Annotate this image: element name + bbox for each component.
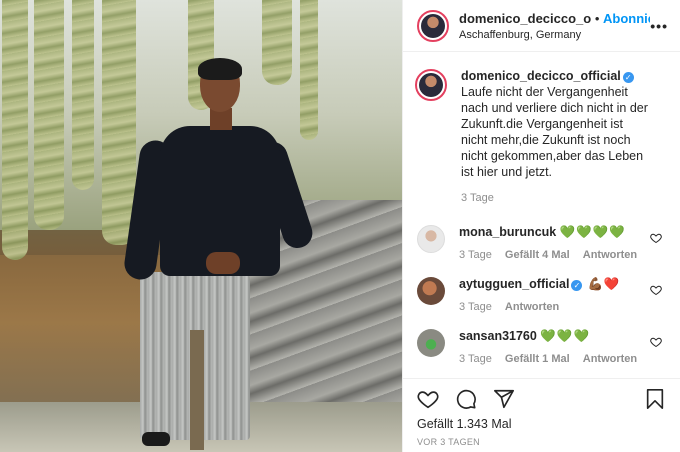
more-horizontal-icon[interactable]: ••• [650,18,668,34]
follow-button[interactable]: Abonnieren [603,11,650,26]
heart-icon[interactable] [650,284,662,299]
caption-author[interactable]: domenico_decicco_official [461,69,621,83]
comment-likes[interactable]: Gefällt 1 Mal [505,353,570,365]
avatar[interactable] [415,69,447,101]
avatar[interactable] [417,225,445,253]
comment-text: 💪🏾❤️ [587,277,620,291]
avatar[interactable] [417,329,445,357]
caption-text: Laufe nicht der Vergangenheit nach und v… [461,85,648,179]
comment-age[interactable]: 3 Tage [459,301,492,313]
comment-likes[interactable]: Gefällt 4 Mal [505,249,570,261]
comment-author[interactable]: mona_buruncuk [459,225,556,239]
comment-age[interactable]: 3 Tage [459,353,492,365]
photo-person [120,58,317,452]
caption-age[interactable]: 3 Tage [461,192,494,204]
post-date[interactable]: VOR 3 TAGEN [417,437,666,447]
list-item: sansan31760 💚💚💚 3 Tage Gefällt 1 Mal Ant… [417,328,668,365]
heart-icon[interactable] [417,388,439,410]
reply-button[interactable]: Antworten [583,249,637,261]
comment-icon[interactable] [455,388,477,410]
post-photo[interactable] [0,0,402,452]
post-panel: domenico_decicco_o • Abonnieren Aschaffe… [402,0,680,452]
reply-button[interactable]: Antworten [505,301,559,313]
location-link[interactable]: Aschaffenburg, Germany [459,29,650,41]
likes-count[interactable]: Gefällt 1.343 Mal [417,417,666,431]
photo-willow [34,0,64,230]
comment-text: 💚💚💚💚 [559,225,626,239]
avatar[interactable] [417,9,449,42]
comment-age[interactable]: 3 Tage [459,249,492,261]
instagram-post: domenico_decicco_o • Abonnieren Aschaffe… [0,0,680,452]
caption: domenico_decicco_official ✓ Laufe nicht d… [415,68,668,204]
list-item: mona_buruncuk 💚💚💚💚 3 Tage Gefällt 4 Mal … [417,224,668,261]
heart-icon[interactable] [650,232,662,247]
comment-author[interactable]: aytugguen_official [459,277,569,291]
comments-list: domenico_decicco_official ✓ Laufe nicht d… [403,52,680,378]
list-item: aytugguen_official ✓ 💪🏾❤️ 3 Tage Antworte… [417,276,668,313]
photo-willow [72,0,94,190]
reply-button[interactable]: Antworten [583,353,637,365]
verified-badge-icon: ✓ [571,280,583,291]
share-icon[interactable] [493,388,515,410]
avatar[interactable] [417,277,445,305]
post-header: domenico_decicco_o • Abonnieren Aschaffe… [403,0,680,52]
header-separator: • [594,10,600,26]
verified-badge-icon: ✓ [622,72,634,83]
bookmark-icon[interactable] [644,388,666,410]
header-username[interactable]: domenico_decicco_o [459,11,591,26]
comment-author[interactable]: sansan31760 [459,329,537,343]
photo-willow [2,0,28,260]
post-actions: Gefällt 1.343 Mal VOR 3 TAGEN [403,378,680,452]
heart-icon[interactable] [650,336,662,351]
comment-text: 💚💚💚 [540,329,591,343]
